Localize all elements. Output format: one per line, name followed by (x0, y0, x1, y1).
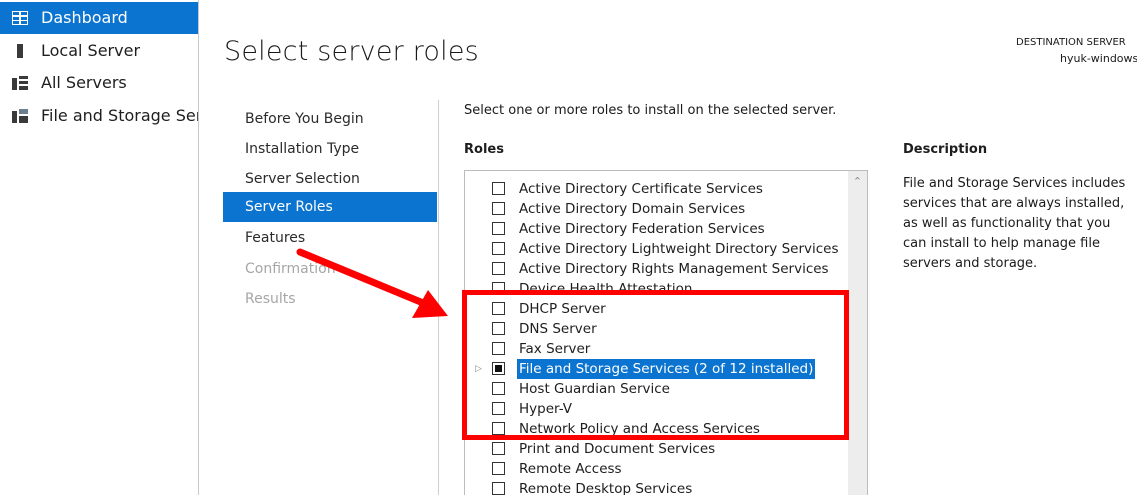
role-item[interactable]: Active Directory Certificate Services (465, 179, 848, 199)
nav-item-label: Local Server (41, 41, 141, 60)
role-checkbox[interactable] (492, 222, 505, 235)
servers-icon (12, 76, 28, 90)
nav-item-label: File and Storage Services (41, 106, 198, 125)
role-item[interactable]: Active Directory Lightweight Directory S… (465, 239, 848, 259)
role-checkbox[interactable] (492, 262, 505, 275)
role-label: Remote Desktop Services (519, 481, 693, 495)
description-text: File and Storage Services includes servi… (903, 176, 1126, 271)
nav-item-label: All Servers (41, 73, 127, 92)
role-checkbox[interactable] (492, 442, 505, 455)
step-confirmation: Confirmation (245, 261, 336, 277)
destination-server-name: hyuk-windows (1060, 52, 1137, 65)
role-label: Active Directory Lightweight Directory S… (519, 241, 839, 257)
step-results: Results (245, 291, 296, 307)
roles-scrollbar[interactable] (848, 171, 867, 495)
step-features[interactable]: Features (223, 223, 437, 253)
page-title: Select server roles (224, 36, 479, 67)
step-installation-type[interactable]: Installation Type (223, 134, 437, 164)
file-storage-icon (12, 109, 28, 123)
role-label: Active Directory Domain Services (519, 201, 746, 217)
instruction-text: Select one or more roles to install on t… (464, 103, 837, 118)
nav-item-file-storage[interactable]: File and Storage Services (0, 100, 198, 132)
step-server-roles[interactable]: Server Roles (223, 192, 437, 222)
annotation-highlight-box (462, 290, 849, 440)
role-item[interactable]: Active Directory Rights Management Servi… (465, 259, 848, 279)
role-item[interactable]: Active Directory Federation Services (465, 219, 848, 239)
role-checkbox[interactable] (492, 202, 505, 215)
role-item[interactable]: Remote Access (465, 459, 848, 479)
role-checkbox[interactable] (492, 242, 505, 255)
wizard-divider (438, 100, 439, 495)
role-checkbox[interactable] (492, 482, 505, 495)
dashboard-icon (12, 11, 28, 25)
nav-item-dashboard[interactable]: Dashboard (0, 2, 198, 34)
roles-header: Roles (464, 142, 504, 157)
step-before-you-begin[interactable]: Before You Begin (223, 104, 437, 134)
nav-item-label: Dashboard (41, 8, 128, 27)
role-checkbox[interactable] (492, 182, 505, 195)
role-label: Print and Document Services (519, 441, 716, 457)
server-icon (17, 44, 23, 58)
role-label: Remote Access (519, 461, 622, 477)
role-checkbox[interactable] (492, 462, 505, 475)
description-header: Description (903, 142, 988, 157)
role-item[interactable]: Remote Desktop Services (465, 479, 848, 495)
role-label: Active Directory Certificate Services (519, 181, 763, 197)
role-label: Active Directory Federation Services (519, 221, 765, 237)
destination-server-label: DESTINATION SERVER (1016, 37, 1126, 48)
role-item[interactable]: Print and Document Services (465, 439, 848, 459)
step-server-selection[interactable]: Server Selection (223, 164, 437, 194)
nav-item-local-server[interactable]: Local Server (0, 35, 198, 67)
role-item[interactable]: Active Directory Domain Services (465, 199, 848, 219)
scroll-up-arrow-icon[interactable]: ⌃ (848, 171, 867, 193)
nav-item-all-servers[interactable]: All Servers (0, 67, 198, 99)
role-label: Active Directory Rights Management Servi… (519, 261, 829, 277)
server-manager-sidebar: Dashboard Local Server All Servers File … (0, 0, 199, 495)
